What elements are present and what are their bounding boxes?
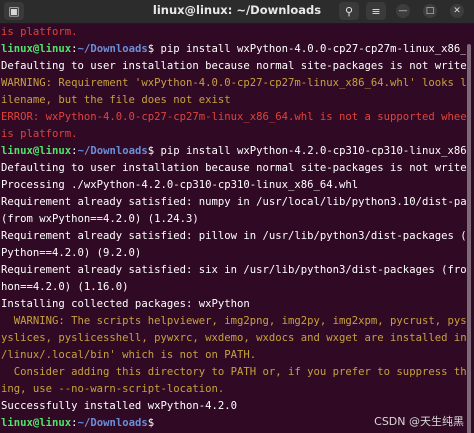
watermark: CSDN @天生纯黑	[374, 415, 464, 428]
output-text: Installing collected packages: wxPython	[1, 298, 250, 310]
output-text: Defaulting to user installation because …	[1, 162, 466, 174]
output-line: Defaulting to user installation because …	[0, 160, 466, 177]
maximize-icon: □	[425, 6, 435, 16]
output-text: (from wxPython==4.2.0) (1.24.3)	[1, 213, 199, 225]
output-line: Consider adding this directory to PATH o…	[0, 364, 466, 381]
menu-button[interactable]: ≡	[366, 2, 386, 20]
prompt-path: ~/Downloads	[77, 145, 148, 157]
output-line: hon==4.2.0) (1.16.0)	[0, 279, 466, 296]
maximize-button[interactable]: □	[423, 4, 437, 18]
output-text: Consider adding this directory to PATH o…	[1, 366, 466, 378]
output-line: Installing collected packages: wxPython	[0, 296, 466, 313]
output-line: WARNING: Requirement 'wxPython-4.0.0-cp2…	[0, 75, 466, 92]
output-line: /linux/.local/bin' which is not on PATH.	[0, 347, 466, 364]
output-text: ilename, but the file does not exist	[1, 94, 231, 106]
output-line: Defaulting to user installation because …	[0, 58, 466, 75]
output-line: ilename, but the file does not exist	[0, 92, 466, 109]
close-button[interactable]: ✕	[450, 4, 464, 18]
prompt-line: linux@linux:~/Downloads$ pip install wxP…	[0, 41, 466, 58]
minimize-icon: —	[398, 6, 408, 16]
close-icon: ✕	[453, 6, 461, 16]
output-line: Processing ./wxPython-4.2.0-cp310-cp310-…	[0, 177, 466, 194]
prompt-symbol: $	[147, 417, 161, 429]
output-line: ERROR: wxPython-4.0.0-cp27-cp27m-linux_x…	[0, 109, 466, 126]
output-line: Requirement already satisfied: numpy in …	[0, 194, 466, 211]
output-text: Defaulting to user installation because …	[1, 60, 466, 72]
prompt-user: linux@linux	[1, 417, 72, 429]
output-text: /linux/.local/bin' which is not on PATH.	[1, 349, 257, 361]
output-line: yslices, pyslicesshell, pywxrc, wxdemo, …	[0, 330, 466, 347]
terminal-output[interactable]: is platform. linux@linux:~/Downloads$ pip…	[0, 24, 466, 433]
prompt-path: ~/Downloads	[77, 417, 148, 429]
output-text: is platform.	[1, 26, 78, 38]
scrollbar[interactable]	[466, 24, 474, 433]
prompt-symbol: $	[147, 43, 161, 55]
terminal-window: ▣ linux@linux: ~/Downloads ⚲ ≡ — □ ✕ is …	[0, 0, 474, 433]
minimize-button[interactable]: —	[396, 4, 410, 18]
output-line: Requirement already satisfied: six in /u…	[0, 262, 466, 279]
title-bar: ▣ linux@linux: ~/Downloads ⚲ ≡ — □ ✕	[0, 0, 474, 24]
prompt-user: linux@linux	[1, 145, 72, 157]
output-text: Requirement already satisfied: pillow in…	[1, 230, 466, 242]
output-text: WARNING: Requirement 'wxPython-4.0.0-cp2…	[1, 77, 466, 89]
output-text: WARNING: The scripts helpviewer, img2png…	[1, 315, 466, 327]
prompt-path: ~/Downloads	[77, 43, 148, 55]
search-button[interactable]: ⚲	[339, 2, 359, 20]
hamburger-menu-icon: ≡	[371, 4, 381, 18]
output-text: Processing ./wxPython-4.2.0-cp310-cp310-…	[1, 179, 359, 191]
output-line: is platform.	[0, 126, 466, 143]
output-line: WARNING: The scripts helpviewer, img2png…	[0, 313, 466, 330]
output-text: yslices, pyslicesshell, pywxrc, wxdemo, …	[1, 332, 466, 344]
output-text: Python==4.2.0) (9.2.0)	[1, 247, 142, 259]
output-line: Requirement already satisfied: pillow in…	[0, 228, 466, 245]
output-text: Requirement already satisfied: numpy in …	[1, 196, 466, 208]
output-text: ing, use --no-warn-script-location.	[1, 383, 225, 395]
output-text: ERROR: wxPython-4.0.0-cp27-cp27m-linux_x…	[1, 111, 466, 123]
prompt-line: linux@linux:~/Downloads$ pip install wxP…	[0, 143, 466, 160]
output-line: (from wxPython==4.2.0) (1.24.3)	[0, 211, 466, 228]
output-text: Successfully installed wxPython-4.2.0	[1, 400, 237, 412]
output-text: is platform.	[1, 128, 78, 140]
output-text: Requirement already satisfied: six in /u…	[1, 264, 466, 276]
output-line: ing, use --no-warn-script-location.	[0, 381, 466, 398]
output-line: is platform.	[0, 24, 466, 41]
command-text: pip install wxPython-4.2.0-cp310-cp310-l…	[160, 145, 467, 157]
command-text: pip install wxPython-4.0.0-cp27-cp27m-li…	[160, 43, 467, 55]
scrollbar-thumb[interactable]	[467, 44, 471, 433]
output-text: hon==4.2.0) (1.16.0)	[1, 281, 129, 293]
prompt-user: linux@linux	[1, 43, 72, 55]
prompt-symbol: $	[147, 145, 161, 157]
search-icon: ⚲	[344, 4, 354, 18]
output-line: Python==4.2.0) (9.2.0)	[0, 245, 466, 262]
